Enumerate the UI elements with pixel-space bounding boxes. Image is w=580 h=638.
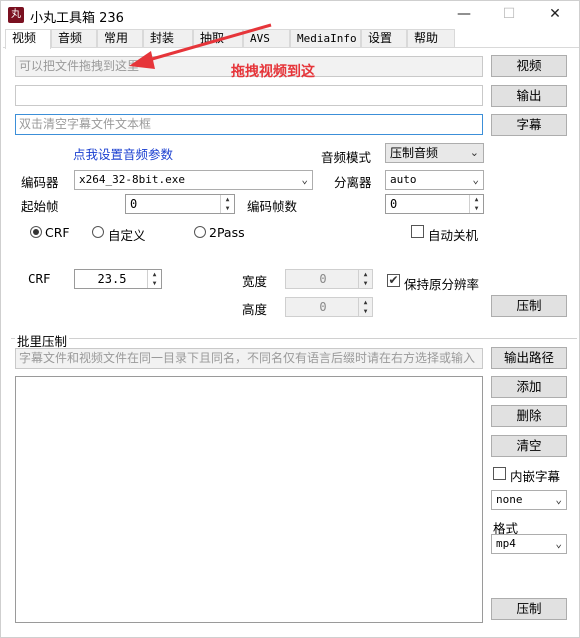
tab-audio[interactable]: 音频 xyxy=(51,29,97,48)
batch-hint-input[interactable]: 字幕文件和视频文件在同一目录下且同名，不同名仅有语言后缀时请在右方选择或输入 xyxy=(15,348,483,369)
title-bar: 丸 小丸工具箱 236 — ☐ ✕ xyxy=(1,1,579,29)
frame-count-spinner[interactable]: 0 ▲ ▼ xyxy=(385,194,484,214)
audio-mode-label: 音频模式 xyxy=(321,150,372,165)
batch-encode-button[interactable]: 压制 xyxy=(491,598,567,620)
subtitle-file-input[interactable]: 双击清空字幕文件文本框 xyxy=(15,114,483,135)
chevron-down-icon: ⌄ xyxy=(555,493,562,506)
crf-label: CRF xyxy=(28,271,51,286)
clear-button[interactable]: 清空 xyxy=(491,435,567,457)
width-spinner[interactable]: 0 ▲ ▼ xyxy=(285,269,373,289)
auto-shutdown-checkbox[interactable] xyxy=(411,225,424,238)
app-logo-icon: 丸 xyxy=(8,7,24,23)
start-frame-spinner[interactable]: 0 ▲ ▼ xyxy=(125,194,235,214)
subtitle-lang-value: none xyxy=(496,493,523,506)
chevron-down-icon: ⌄ xyxy=(472,173,479,186)
format-select[interactable]: mp4 ⌄ xyxy=(491,534,567,554)
maximize-button[interactable]: ☐ xyxy=(487,1,531,29)
start-frame-label: 起始帧 xyxy=(21,199,59,214)
mode-2pass-radio[interactable] xyxy=(194,226,206,238)
mode-2pass-label: 2Pass xyxy=(209,225,245,240)
height-spinner[interactable]: 0 ▲ ▼ xyxy=(285,297,373,317)
chevron-down-icon: ⌄ xyxy=(555,537,562,550)
app-window: 丸 小丸工具箱 236 — ☐ ✕ 视频 音频 常用 封装 抽取 AVS Med… xyxy=(0,0,580,638)
mode-crf-radio[interactable] xyxy=(30,226,42,238)
tab-mediainfo[interactable]: MediaInfo xyxy=(290,29,361,48)
output-button[interactable]: 输出 xyxy=(491,85,567,107)
embed-subtitle-checkbox[interactable] xyxy=(493,467,506,480)
spinner-arrows-icon: ▲ ▼ xyxy=(358,270,372,288)
spinner-arrows-icon[interactable]: ▲ ▼ xyxy=(147,270,161,288)
chevron-down-icon: ⌄ xyxy=(469,146,479,159)
height-value: 0 xyxy=(319,300,327,314)
minimize-button[interactable]: — xyxy=(442,1,486,29)
tab-help[interactable]: 帮助 xyxy=(407,29,455,48)
mode-custom-radio[interactable] xyxy=(92,226,104,238)
subtitle-lang-select[interactable]: none ⌄ xyxy=(491,490,567,510)
encoder-label: 编码器 xyxy=(21,175,59,190)
splitter-value: auto xyxy=(390,173,417,186)
frame-count-value: 0 xyxy=(390,197,398,211)
width-value: 0 xyxy=(319,272,327,286)
audio-mode-value: 压制音频 xyxy=(390,146,439,160)
keep-resolution-checkbox[interactable]: ✔ xyxy=(387,274,400,287)
spinner-arrows-icon[interactable]: ▲ ▼ xyxy=(220,195,234,213)
spinner-arrows-icon: ▲ ▼ xyxy=(358,298,372,316)
output-path-button[interactable]: 输出路径 xyxy=(491,347,567,369)
delete-button[interactable]: 删除 xyxy=(491,405,567,427)
mode-crf-label: CRF xyxy=(45,225,70,240)
window-title: 小丸工具箱 236 xyxy=(30,11,124,26)
batch-file-list[interactable] xyxy=(15,376,483,623)
start-frame-value: 0 xyxy=(130,197,138,211)
batch-group-border xyxy=(11,338,577,339)
video-button[interactable]: 视频 xyxy=(491,55,567,77)
format-value: mp4 xyxy=(496,537,516,550)
output-file-input[interactable] xyxy=(15,85,483,106)
add-button[interactable]: 添加 xyxy=(491,376,567,398)
crf-spinner[interactable]: 23.5 ▲ ▼ xyxy=(74,269,162,289)
embed-subtitle-label: 内嵌字幕 xyxy=(510,469,561,484)
splitter-select[interactable]: auto ⌄ xyxy=(385,170,484,190)
keep-resolution-label: 保持原分辨率 xyxy=(404,277,480,292)
splitter-label: 分离器 xyxy=(334,175,372,190)
close-button[interactable]: ✕ xyxy=(533,1,577,29)
drag-annotation-text: 拖拽视频到这 xyxy=(231,64,315,80)
encoder-value: x264_32-8bit.exe xyxy=(79,173,185,186)
chevron-down-icon: ⌄ xyxy=(301,173,308,186)
encode-button[interactable]: 压制 xyxy=(491,295,567,317)
spinner-arrows-icon[interactable]: ▲ ▼ xyxy=(469,195,483,213)
audio-params-link[interactable]: 点我设置音频参数 xyxy=(73,144,173,163)
height-label: 高度 xyxy=(242,302,268,317)
width-label: 宽度 xyxy=(242,274,268,289)
tab-settings[interactable]: 设置 xyxy=(361,29,407,48)
tab-video[interactable]: 视频 xyxy=(5,29,51,49)
encoder-select[interactable]: x264_32-8bit.exe ⌄ xyxy=(74,170,313,190)
auto-shutdown-label: 自动关机 xyxy=(428,228,479,243)
frame-count-label: 编码帧数 xyxy=(247,199,298,214)
subtitle-button[interactable]: 字幕 xyxy=(491,114,567,136)
audio-mode-select[interactable]: 压制音频 ⌄ xyxy=(385,143,484,163)
tab-bar: 视频 音频 常用 封装 抽取 AVS MediaInfo 设置 帮助 xyxy=(3,29,579,49)
mode-custom-label: 自定义 xyxy=(108,228,146,243)
crf-value: 23.5 xyxy=(97,272,127,286)
